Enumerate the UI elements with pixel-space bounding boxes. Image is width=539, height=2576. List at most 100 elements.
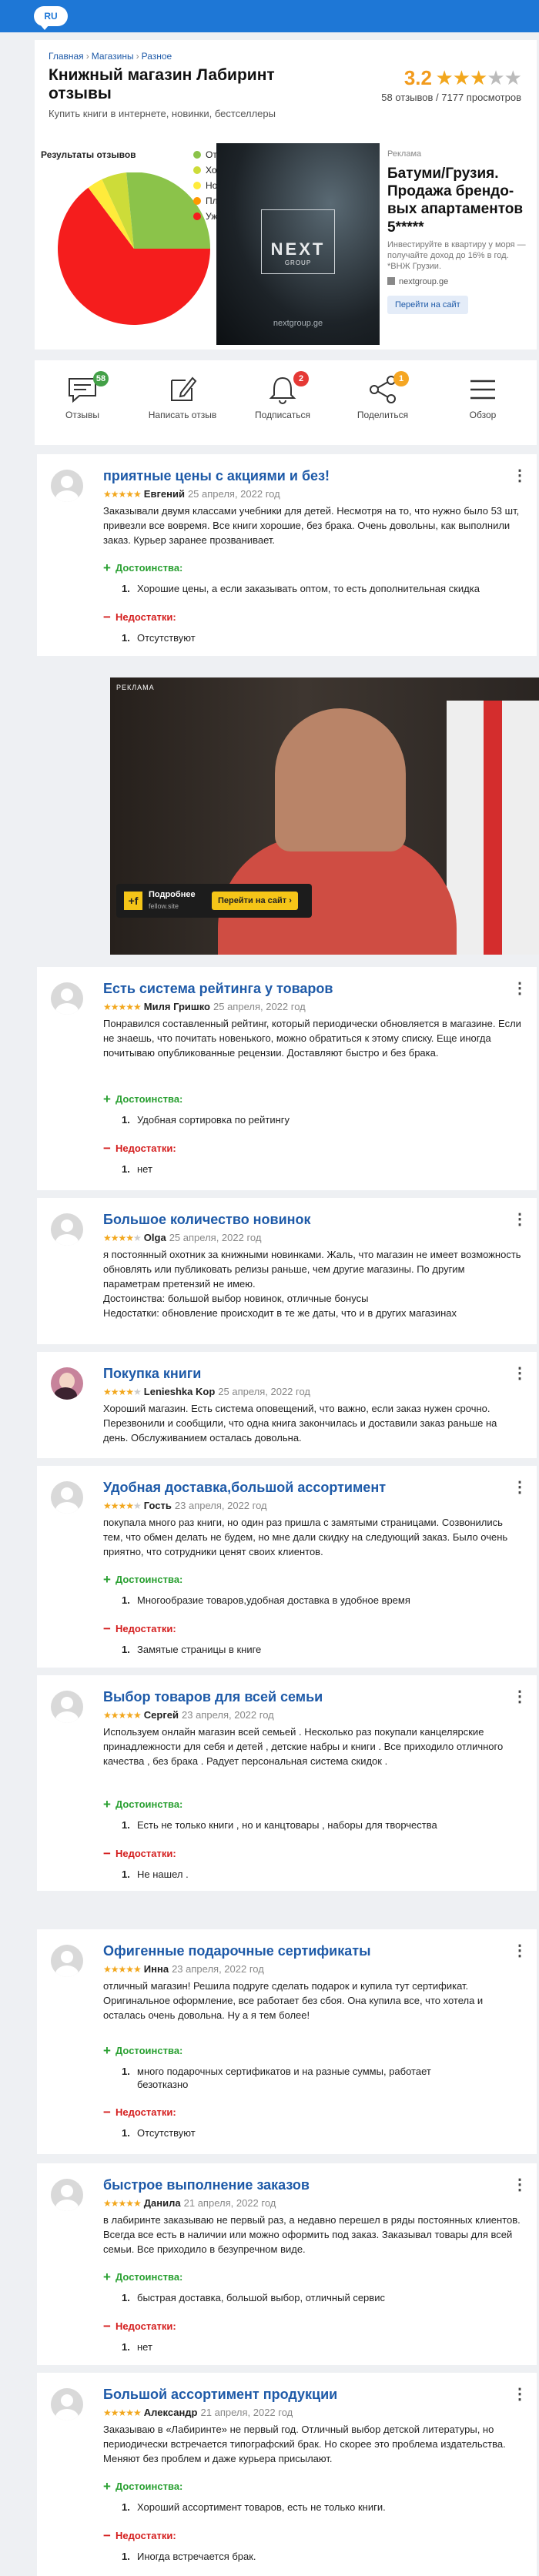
minus-icon: − bbox=[103, 2319, 111, 2333]
subscribe-action[interactable]: 2 Подписаться bbox=[235, 371, 330, 420]
minus-icon: − bbox=[103, 2528, 111, 2543]
share-action[interactable]: 1 Поделиться bbox=[335, 371, 430, 420]
review-date: 23 апреля, 2022 год bbox=[172, 1963, 264, 1975]
breadcrumb-misc[interactable]: Разное bbox=[142, 51, 172, 62]
review-card: Большой ассортимент продукции ⋮ ★★★★★ Але… bbox=[37, 2373, 537, 2576]
review-date: 25 апреля, 2022 год bbox=[218, 1386, 311, 1397]
more-menu-icon[interactable]: ⋮ bbox=[512, 2387, 527, 2402]
review-title[interactable]: Есть система рейтинга у товаров bbox=[103, 981, 511, 997]
review-card: Выбор товаров для всей семьи ⋮ ★★★★★ Серг… bbox=[37, 1675, 537, 1891]
ad-headline[interactable]: Батуми/Грузия. Продажа брендо­вых апарта… bbox=[387, 165, 531, 236]
video-more-sub: fellow.site bbox=[149, 902, 179, 910]
review-author[interactable]: Olga bbox=[144, 1232, 166, 1243]
ad-label: Реклама bbox=[387, 149, 422, 159]
review-body: Заказывали двумя классами учебники для д… bbox=[103, 505, 520, 546]
plus-icon: + bbox=[103, 2270, 111, 2284]
more-menu-icon[interactable]: ⋮ bbox=[512, 1366, 527, 1381]
ad-go-button[interactable]: Перейти на сайт bbox=[387, 295, 468, 314]
review-author[interactable]: Данила bbox=[144, 2197, 181, 2209]
cons-item: 1. Иногда встречается брак. bbox=[122, 2551, 256, 2562]
breadcrumb-home[interactable]: Главная bbox=[49, 51, 84, 62]
more-menu-icon[interactable]: ⋮ bbox=[512, 1943, 527, 1959]
avatar bbox=[51, 1481, 83, 1514]
review-author[interactable]: Сергей bbox=[144, 1709, 179, 1721]
review-meta: ★★★★★ Инна 23 апреля, 2022 год bbox=[103, 1963, 264, 1975]
review-title[interactable]: быстрое выполнение заказов bbox=[103, 2177, 511, 2193]
language-badge[interactable]: RU bbox=[34, 6, 68, 30]
review-stars: ★★★★★ bbox=[103, 1964, 142, 1975]
pros-item: 1. Хорошие цены, а если заказывать оптом,… bbox=[122, 583, 480, 594]
review-date: 25 апреля, 2022 год bbox=[213, 1001, 306, 1012]
review-body: я постоянный охотник за книжными новинка… bbox=[103, 1249, 521, 1319]
more-menu-icon[interactable]: ⋮ bbox=[512, 1212, 527, 1227]
cons-heading: − Недостатки: bbox=[103, 610, 176, 624]
review-date: 25 апреля, 2022 год bbox=[169, 1232, 262, 1243]
avatar bbox=[51, 1691, 83, 1723]
video-person-head bbox=[275, 708, 406, 851]
review-body: Используем онлайн магазин всей семьей . … bbox=[103, 1726, 504, 1767]
review-card: Большое количество новинок ⋮ ★★★★★ Olga 25… bbox=[37, 1198, 537, 1344]
breadcrumb-shops[interactable]: Магазины bbox=[92, 51, 134, 62]
ad-site[interactable]: nextgroup.ge bbox=[387, 277, 531, 286]
review-date: 21 апреля, 2022 год bbox=[183, 2197, 276, 2209]
review-title[interactable]: Большой ассортимент продукции bbox=[103, 2387, 511, 2403]
overview-label: Обзор bbox=[469, 410, 497, 420]
review-title[interactable]: Покупка книги bbox=[103, 1366, 511, 1382]
review-date: 23 апреля, 2022 год bbox=[174, 1500, 267, 1511]
pros-heading: + Достоинства: bbox=[103, 1797, 183, 1812]
review-title[interactable]: Удобная доставка,большой ассортимент bbox=[103, 1480, 511, 1496]
review-author[interactable]: Гость bbox=[144, 1500, 172, 1511]
review-card: Офигенные подарочные сертификаты ⋮ ★★★★★… bbox=[37, 1929, 537, 2154]
video-more-link[interactable]: Подробнее bbox=[149, 890, 196, 899]
plus-icon: + bbox=[103, 1572, 111, 1587]
review-author[interactable]: Александр bbox=[144, 2407, 198, 2418]
ad-image[interactable]: NEXT GROUP nextgroup.ge bbox=[216, 143, 380, 345]
review-stars: ★★★★★ bbox=[103, 2198, 142, 2209]
review-title[interactable]: приятные цены с акциями и без! bbox=[103, 468, 511, 484]
review-meta: ★★★★★ Александр 21 апреля, 2022 год bbox=[103, 2407, 293, 2418]
review-author[interactable]: Миля Гришко bbox=[144, 1001, 210, 1012]
reviews-count[interactable]: 58 отзывов bbox=[381, 92, 433, 103]
ad-banner[interactable]: NEXT GROUP nextgroup.ge Реклама Батуми/Гр… bbox=[216, 143, 534, 345]
write-review-action[interactable]: Написать отзыв bbox=[135, 374, 230, 420]
plus-icon: + bbox=[103, 2479, 111, 2494]
video-ad[interactable]: РЕКЛАМА +f Подробнее fellow.site Перейти… bbox=[110, 677, 539, 955]
review-date: 23 апреля, 2022 год bbox=[182, 1709, 274, 1721]
review-body: Заказываю в «Лабиринте» не первый год. О… bbox=[103, 2424, 506, 2464]
more-menu-icon[interactable]: ⋮ bbox=[512, 1689, 527, 1705]
rating-meta: 58 отзывов / 7177 просмотров bbox=[381, 92, 521, 103]
review-stars: ★★★★★ bbox=[103, 1500, 142, 1511]
review-author[interactable]: Инна bbox=[144, 1963, 169, 1975]
minus-icon: − bbox=[103, 1141, 111, 1156]
review-body: покупала много раз книги, но один раз пр… bbox=[103, 1517, 508, 1557]
cons-heading: − Недостатки: bbox=[103, 1846, 176, 1861]
reviews-action[interactable]: 58 Отзывы bbox=[35, 371, 130, 420]
review-body: отличный магазин! Решила подруге сделать… bbox=[103, 1980, 484, 2021]
store-header-card: Главная › Магазины › Разное Книжный магазин … bbox=[35, 40, 537, 350]
page-subtitle: Купить книги в интернете, новинки, бестс… bbox=[49, 108, 276, 119]
rating-stars: ★★★★★ bbox=[435, 66, 522, 89]
review-title[interactable]: Выбор товаров для всей семьи bbox=[103, 1689, 511, 1705]
more-menu-icon[interactable]: ⋮ bbox=[512, 2177, 527, 2193]
cons-item: 1. Замятые страницы в книге bbox=[122, 1644, 262, 1655]
minus-icon: − bbox=[103, 1846, 111, 1861]
review-author[interactable]: Lenieshka Kop bbox=[144, 1386, 215, 1397]
review-title[interactable]: Большое количество новинок bbox=[103, 1212, 511, 1228]
top-bar: RU bbox=[0, 0, 539, 32]
review-meta: ★★★★★ Olga 25 апреля, 2022 год bbox=[103, 1232, 261, 1243]
review-meta: ★★★★★ Данила 21 апреля, 2022 год bbox=[103, 2197, 276, 2209]
review-date: 21 апреля, 2022 год bbox=[200, 2407, 293, 2418]
review-author[interactable]: Евгений bbox=[144, 488, 185, 500]
pros-item: 1. Хороший ассортимент товаров, есть не т… bbox=[122, 2501, 386, 2513]
more-menu-icon[interactable]: ⋮ bbox=[512, 468, 527, 483]
share-badge: 1 bbox=[393, 371, 409, 386]
more-menu-icon[interactable]: ⋮ bbox=[512, 981, 527, 996]
pros-heading: + Достоинства: bbox=[103, 2270, 183, 2284]
share-label: Поделиться bbox=[357, 410, 409, 420]
reviews-action-label: Отзывы bbox=[65, 410, 99, 420]
video-go-button[interactable]: Перейти на сайт › bbox=[212, 892, 298, 910]
cons-heading: − Недостатки: bbox=[103, 1621, 176, 1636]
review-title[interactable]: Офигенные подарочные сертификаты bbox=[103, 1943, 511, 1959]
more-menu-icon[interactable]: ⋮ bbox=[512, 1480, 527, 1495]
overview-action[interactable]: Обзор bbox=[435, 374, 531, 420]
